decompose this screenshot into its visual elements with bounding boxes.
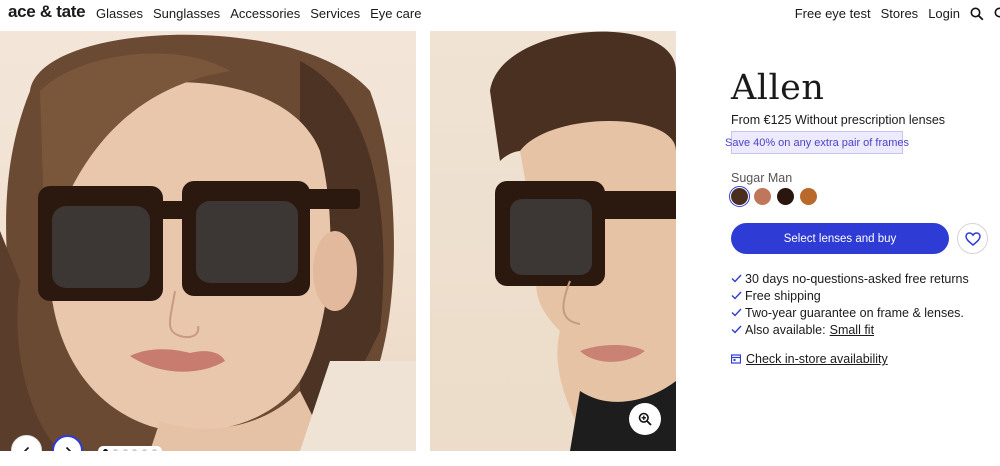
gallery-dot[interactable] [122, 448, 128, 451]
check-icon [731, 274, 744, 283]
check-icon [731, 325, 744, 334]
gallery-pagination [98, 446, 162, 451]
product-title: Allen [731, 68, 825, 108]
check-icon [731, 308, 744, 317]
nav-accessories[interactable]: Accessories [230, 6, 300, 21]
nav-glasses[interactable]: Glasses [96, 6, 143, 21]
store-availability-link[interactable]: Check in-store availability [731, 352, 888, 366]
zoom-in-icon [638, 412, 652, 426]
benefit-item: Two-year guarantee on frame & lenses. [731, 304, 969, 321]
gallery-dot[interactable] [141, 448, 147, 451]
store-icon [731, 354, 741, 364]
small-fit-link[interactable]: Small fit [830, 323, 874, 337]
benefits-list: 30 days no-questions-asked free returns … [731, 270, 969, 338]
benefit-item: Also available: Small fit [731, 321, 969, 338]
main-nav: Glasses Sunglasses Accessories Services … [96, 6, 421, 21]
nav-free-eye-test[interactable]: Free eye test [795, 6, 871, 21]
color-swatch[interactable] [754, 188, 771, 205]
price-line: From €125 Without prescription lenses [731, 113, 945, 127]
benefit-text: Two-year guarantee on frame & lenses. [745, 305, 964, 320]
gallery-dot[interactable] [112, 448, 118, 451]
gallery-dot[interactable] [103, 448, 109, 451]
price-value: €125 [763, 113, 792, 127]
utility-nav: Free eye test Stores Login [795, 6, 1000, 21]
price-suffix: Without prescription lenses [794, 113, 946, 127]
product-image-man [430, 31, 676, 451]
wishlist-button[interactable] [957, 223, 988, 254]
man-portrait-illustration [490, 31, 676, 451]
woman-portrait-illustration [0, 34, 416, 451]
heart-icon [964, 231, 981, 246]
gallery-dot[interactable] [132, 448, 138, 451]
color-swatch[interactable] [800, 188, 817, 205]
color-swatches [729, 186, 817, 207]
also-available-label: Also available: [745, 322, 826, 337]
site-header: ace & tate Glasses Sunglasses Accessorie… [0, 0, 1000, 28]
selected-color-name: Sugar Man [731, 171, 793, 185]
product-image-woman [0, 31, 416, 451]
promo-badge: Save 40% on any extra pair of frames [725, 131, 909, 154]
store-availability-label: Check in-store availability [746, 352, 888, 366]
color-swatch[interactable] [729, 186, 750, 207]
benefit-item: 30 days no-questions-asked free returns [731, 270, 969, 287]
search-icon-clipped[interactable] [994, 7, 1000, 21]
nav-sunglasses[interactable]: Sunglasses [153, 6, 220, 21]
nav-eye-care[interactable]: Eye care [370, 6, 421, 21]
chevron-right-icon [65, 446, 71, 451]
benefit-item: Free shipping [731, 287, 969, 304]
chevron-left-icon [23, 446, 29, 451]
nav-login[interactable]: Login [928, 6, 960, 21]
brand-logo[interactable]: ace & tate [8, 2, 86, 22]
gallery-dot[interactable] [151, 448, 157, 451]
zoom-button[interactable] [629, 403, 661, 435]
nav-stores[interactable]: Stores [881, 6, 919, 21]
price-prefix: From [731, 113, 761, 127]
select-lenses-button[interactable]: Select lenses and buy [731, 223, 949, 254]
benefit-text: Free shipping [745, 288, 821, 303]
benefit-text: 30 days no-questions-asked free returns [745, 271, 969, 286]
nav-services[interactable]: Services [310, 6, 360, 21]
search-icon[interactable] [970, 7, 984, 21]
check-icon [731, 291, 744, 300]
color-swatch[interactable] [777, 188, 794, 205]
